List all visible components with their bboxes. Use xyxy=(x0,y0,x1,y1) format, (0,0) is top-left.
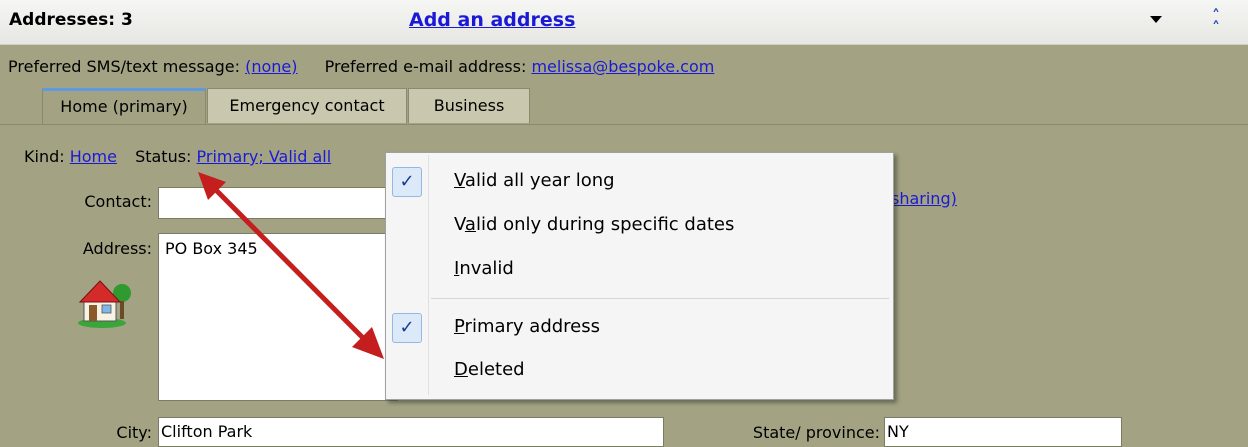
preferences-row: Preferred SMS/text message: (none) Prefe… xyxy=(8,57,714,76)
menu-text-post: eleted xyxy=(467,359,525,380)
contact-field[interactable] xyxy=(158,187,398,219)
sms-label: Preferred SMS/text message: xyxy=(8,57,240,76)
chevron-down-icon[interactable] xyxy=(1150,16,1162,23)
city-field[interactable]: Clifton Park xyxy=(158,417,664,447)
tab-business[interactable]: Business xyxy=(408,88,530,123)
kind-label: Kind: xyxy=(24,147,65,166)
menu-item-valid-all-year[interactable]: ✓ Valid all year long xyxy=(386,161,893,201)
address-label: Address: xyxy=(82,239,152,258)
menu-item-primary-address[interactable]: ✓ Primary address xyxy=(386,307,893,347)
contact-label: Contact: xyxy=(84,192,152,211)
menu-text-post: lid only during specific dates xyxy=(475,214,735,235)
menu-accel: V xyxy=(454,170,465,191)
state-label: State/ province: xyxy=(752,423,880,442)
menu-text-post: alid all year long xyxy=(464,170,615,191)
addresses-header: Addresses: 3 Add an address ˄ ˄ xyxy=(0,0,1248,45)
menu-text-pre: V xyxy=(454,214,465,235)
checkmark-icon: ✓ xyxy=(392,167,422,197)
status-context-menu: ✓ Valid all year long Valid only during … xyxy=(385,152,894,400)
email-value-link[interactable]: melissa@bespoke.com xyxy=(531,57,714,76)
city-label: City: xyxy=(116,423,152,442)
email-label: Preferred e-mail address: xyxy=(324,57,527,76)
menu-item-valid-specific-dates[interactable]: Valid only during specific dates xyxy=(386,205,893,245)
kind-value-link[interactable]: Home xyxy=(70,147,117,166)
menu-text-post: rimary address xyxy=(464,316,601,337)
status-label: Status: xyxy=(135,147,192,166)
tab-home-primary[interactable]: Home (primary) xyxy=(42,88,206,124)
house-icon xyxy=(78,280,131,328)
state-field[interactable]: NY xyxy=(884,417,1122,447)
double-chevron-up-icon[interactable]: ˄ ˄ xyxy=(1212,8,1220,36)
menu-item-deleted[interactable]: Deleted xyxy=(386,350,893,390)
status-value-link[interactable]: Primary; Valid all xyxy=(197,147,332,166)
menu-separator xyxy=(431,298,889,299)
add-address-link[interactable]: Add an address xyxy=(409,9,575,31)
menu-text-post: nvalid xyxy=(459,258,514,279)
menu-accel: P xyxy=(454,316,465,337)
checkmark-icon: ✓ xyxy=(392,313,422,343)
tab-emergency-contact[interactable]: Emergency contact xyxy=(207,88,407,123)
tab-divider xyxy=(0,124,1248,125)
sms-value-link[interactable]: (none) xyxy=(245,57,297,76)
address-field[interactable]: PO Box 345 xyxy=(158,233,398,401)
menu-accel: D xyxy=(454,359,468,380)
sharing-link[interactable]: sharing) xyxy=(891,189,957,208)
section-title: Addresses: 3 xyxy=(9,10,133,30)
menu-accel: a xyxy=(464,214,476,235)
menu-item-invalid[interactable]: Invalid xyxy=(386,249,893,289)
kind-status-row: Kind: Home Status: Primary; Valid all xyxy=(24,147,331,166)
